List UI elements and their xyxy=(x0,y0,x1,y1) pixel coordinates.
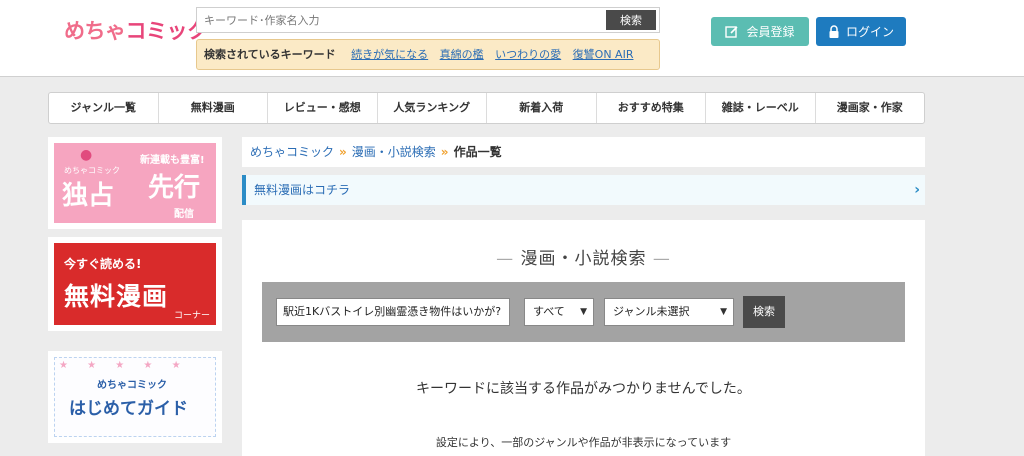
header-search-button[interactable]: 検索 xyxy=(606,10,656,30)
guide-banner-image: ★ ★ ★ ★ ★ めちゃコミック はじめてガイド xyxy=(54,357,216,437)
banner-tagline: 新連載も豊富! xyxy=(140,155,205,166)
banner-delivery-text: 配信 xyxy=(174,209,194,220)
trending-keyword[interactable]: 続きが気になる xyxy=(351,48,428,61)
trending-keyword[interactable]: いつわりの愛 xyxy=(495,48,561,61)
login-label: ログイン xyxy=(845,25,894,39)
free-manga-link-label: 無料漫画はコチラ xyxy=(254,183,351,197)
site-header: めちゃコミック 検索 検索されているキーワード 続きが気になる 真綿の檻 いつわ… xyxy=(0,0,1024,77)
exclusive-banner[interactable]: ● めちゃコミック 新連載も豊富! 独占 先行 配信 xyxy=(48,137,222,229)
free-manga-link[interactable]: 無料漫画はコチラ › xyxy=(242,175,925,205)
banner-read-now: 今すぐ読める! xyxy=(64,257,142,271)
category-select[interactable]: すべて ▼ xyxy=(524,298,594,326)
login-button[interactable]: ログイン xyxy=(816,17,906,46)
trending-keyword[interactable]: 復讐ON AIR xyxy=(573,48,634,61)
banner-corner: コーナー xyxy=(173,311,210,321)
breadcrumb-search[interactable]: 漫画・小説検索 xyxy=(352,145,436,159)
search-panel-title: — 漫画・小説検索 — xyxy=(496,249,671,269)
trending-keyword[interactable]: 真綿の檻 xyxy=(440,48,484,61)
category-select-value: すべて xyxy=(533,305,565,318)
chevron-right-icon: » xyxy=(440,145,449,159)
lock-icon xyxy=(829,24,839,38)
chevron-right-icon: › xyxy=(914,182,920,198)
breadcrumb: めちゃコミック » 漫画・小説検索 » 作品一覧 xyxy=(242,137,925,167)
guide-banner[interactable]: ★ ★ ★ ★ ★ めちゃコミック はじめてガイド xyxy=(48,351,222,443)
search-submit-button[interactable]: 検索 xyxy=(743,296,785,328)
logo-text-1: めちゃ xyxy=(64,19,126,43)
chevron-down-icon: ▼ xyxy=(580,307,587,317)
banner-first-guide: はじめてガイド xyxy=(69,399,188,419)
nav-genres[interactable]: ジャンル一覧 xyxy=(49,93,159,123)
register-label: 会員登録 xyxy=(746,25,795,39)
keyword-input[interactable]: 駅近1Kバストイレ別幽霊憑き物件はいかが? xyxy=(276,298,510,326)
no-result-message: キーワードに該当する作品がみつかりませんでした。 xyxy=(416,381,751,397)
free-corner-banner-image: 今すぐ読める! 無料漫画 コーナー xyxy=(54,243,216,325)
main-nav: ジャンル一覧 無料漫画 レビュー・感想 人気ランキング 新着入荷 おすすめ特集 … xyxy=(48,92,925,124)
genre-select-value: ジャンル未選択 xyxy=(613,305,690,318)
site-logo[interactable]: めちゃコミック xyxy=(64,15,208,45)
search-title-text: 漫画・小説検索 xyxy=(520,249,647,269)
exclusive-banner-image: ● めちゃコミック 新連載も豊富! 独占 先行 配信 xyxy=(54,143,216,223)
header-search-input[interactable] xyxy=(197,8,597,32)
search-form: 駅近1Kバストイレ別幽霊憑き物件はいかが? すべて ▼ ジャンル未選択 ▼ 検索 xyxy=(262,282,905,342)
genre-select[interactable]: ジャンル未選択 ▼ xyxy=(604,298,734,326)
header-search: 検索 xyxy=(196,7,660,33)
star-decoration-icon: ★ ★ ★ ★ ★ xyxy=(59,360,189,371)
free-corner-banner[interactable]: 今すぐ読める! 無料漫画 コーナー xyxy=(48,237,222,331)
nav-reviews[interactable]: レビュー・感想 xyxy=(268,93,378,123)
banner-brand: めちゃコミック xyxy=(97,380,167,391)
chevron-down-icon: ▼ xyxy=(720,307,727,317)
breadcrumb-current: 作品一覧 xyxy=(453,145,502,159)
nav-magazines[interactable]: 雑誌・レーベル xyxy=(706,93,816,123)
banner-exclusive-text: 独占 xyxy=(62,181,115,211)
filter-notice: 設定により、一部のジャンルや作品が非表示になっています xyxy=(435,436,732,449)
register-button[interactable]: 会員登録 xyxy=(711,17,809,46)
search-panel: — 漫画・小説検索 — 駅近1Kバストイレ別幽霊憑き物件はいかが? すべて ▼ … xyxy=(242,220,925,456)
banner-early-text: 先行 xyxy=(148,173,201,203)
trending-keywords-label: 検索されているキーワード xyxy=(204,48,336,61)
nav-ranking[interactable]: 人気ランキング xyxy=(378,93,487,123)
nav-new-arrivals[interactable]: 新着入荷 xyxy=(487,93,597,123)
chevron-right-icon: » xyxy=(339,145,347,159)
banner-free-manga: 無料漫画 xyxy=(64,282,169,311)
nav-features[interactable]: おすすめ特集 xyxy=(597,93,706,123)
paw-icon: ● xyxy=(80,147,93,163)
nav-free-manga[interactable]: 無料漫画 xyxy=(159,93,268,123)
edit-icon xyxy=(725,25,739,38)
breadcrumb-home[interactable]: めちゃコミック xyxy=(250,145,334,159)
trending-keywords: 検索されているキーワード 続きが気になる 真綿の檻 いつわりの愛 復讐ON AI… xyxy=(196,39,660,70)
nav-authors[interactable]: 漫画家・作家 xyxy=(816,93,925,123)
